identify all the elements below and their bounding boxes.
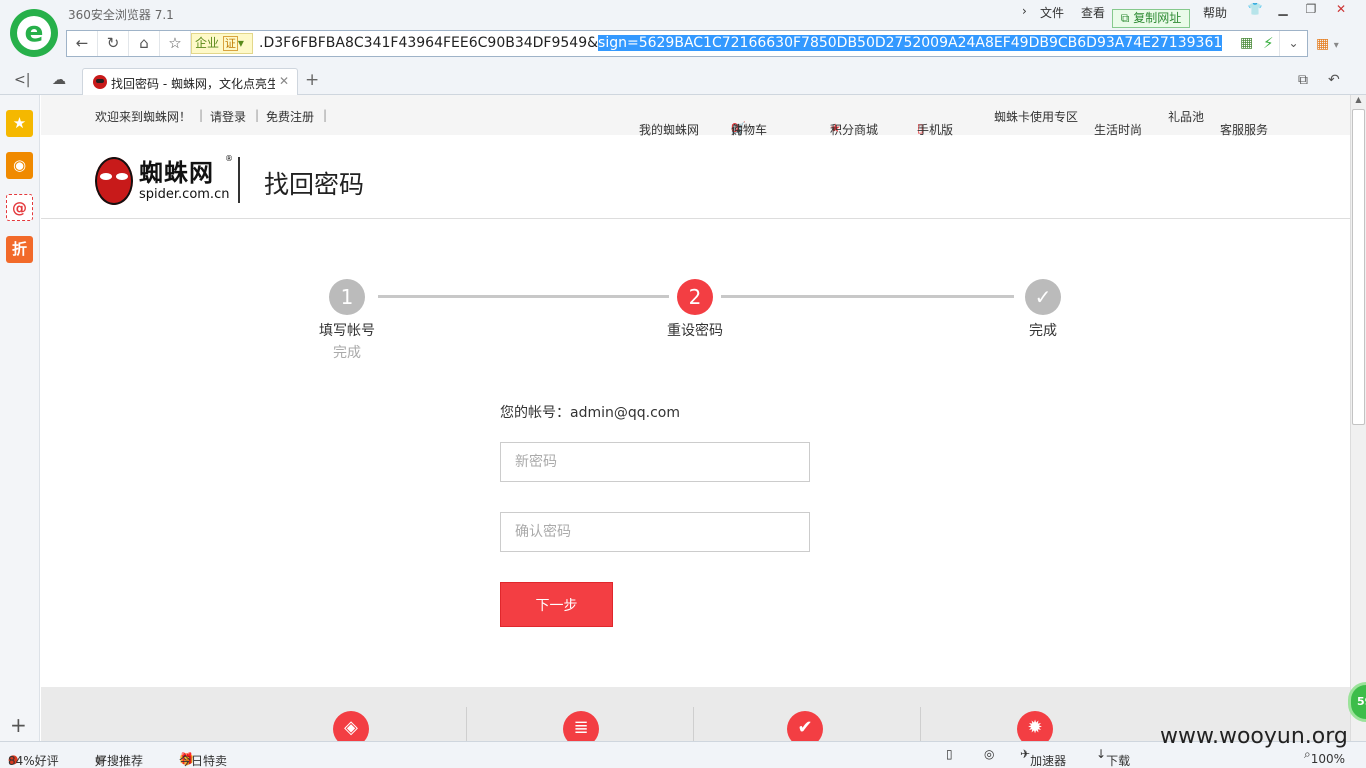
header-divider [238,157,240,203]
spiderman-logo-icon[interactable] [95,157,133,205]
tab-active[interactable]: 找回密码 - 蜘蛛网，文化点亮生活 ✕ [82,68,298,95]
app-title: 360安全浏览器 7.1 [68,8,174,22]
minimize-button[interactable]: ▁ [1268,0,1298,20]
new-password-input[interactable] [500,442,810,482]
zoom-level[interactable]: ⌕ 100% [1304,747,1345,766]
step-connector [721,295,1014,298]
brand-name[interactable]: 蜘蛛网 [139,153,214,188]
url-selected-text[interactable]: sign=5629BAC1C72166630F7850DB50D2752009A… [598,35,1223,51]
download-link[interactable]: ↓ 下载 [1096,747,1130,768]
login-link[interactable]: 请登录 [210,108,246,125]
separator: | [323,108,328,122]
register-link[interactable]: 免费注册 [266,108,314,125]
step-3-label: 完成 [1029,323,1057,339]
step-2-label: 重设密码 [667,323,723,339]
url-text[interactable]: .D3F6FBFBA8C341F43964FEE6C90B34DF9549&si… [259,31,1223,56]
mail-icon[interactable]: @ [6,194,33,221]
copy-url-button[interactable]: ⧉ 复制网址 [1112,9,1190,28]
menu-help[interactable]: 帮助 [1203,4,1227,21]
lightning-icon[interactable]: ⚡ [1263,34,1274,52]
gear-badge-icon: ✹ [1017,711,1053,741]
menu-view[interactable]: 查看 [1081,4,1105,21]
web-page: 欢迎来到蜘蛛网！ | 请登录 | 免费注册 | 我的蜘蛛网 ⌄ 🛒 购物车 0 件 … [41,95,1350,741]
page-scrollbar[interactable]: ▲ [1350,95,1366,741]
undo-close-icon[interactable]: ↶ [1328,72,1340,88]
address-bar[interactable]: ← ↻ ⌂ ☆ 企业 证 ▾ .D3F6FBFBA8C341F43964FEE6C… [66,30,1308,57]
refresh-icon[interactable]: ↻ [98,31,129,56]
share-icon[interactable]: ◎ [984,747,994,761]
accelerator-link[interactable]: ✈ 加速器 [1020,747,1066,768]
tag-icon: ◈ [333,711,369,741]
home-icon[interactable]: ⌂ [129,31,160,56]
skin-icon[interactable]: 👕 [1240,0,1270,20]
step-1-circle: 1 [329,279,365,315]
card-zone-link[interactable]: 蜘蛛卡使用专区 [994,108,1078,125]
star-icon[interactable]: ☆ [160,31,191,56]
site-header: 蜘蛛网 ® spider.com.cn 找回密码 [41,135,1350,219]
gift-pool-link[interactable]: 礼品池 [1168,108,1204,125]
apps-grid-icon[interactable]: ▦ ▾ [1316,36,1339,52]
menu-file[interactable]: 文件 [1040,4,1064,21]
discount-icon[interactable]: 折 [6,236,33,263]
site-topbar: 欢迎来到蜘蛛网！ | 请登录 | 免费注册 | 我的蜘蛛网 ⌄ 🛒 购物车 0 件 … [41,95,1350,137]
step-3-checkmark-icon: ✓ [1025,279,1061,315]
scroll-up-icon[interactable]: ▲ [1351,95,1366,107]
step-1-status: 完成 [333,345,361,361]
address-dropdown-icon[interactable]: ⌄ [1279,31,1307,56]
check-icon: ✔ [787,711,823,741]
enterprise-cert-badge[interactable]: 企业 证 ▾ [191,33,253,54]
new-tab-button[interactable]: + [305,70,319,90]
maximize-button[interactable]: ❐ [1296,0,1326,20]
browser-logo-icon: e [10,9,58,57]
cloud-icon[interactable]: ☁ [52,72,66,88]
confirm-password-input[interactable] [500,512,810,552]
registered-mark: ® [225,154,233,163]
sidebar-toggle-icon[interactable]: <| [14,72,30,88]
close-tab-icon[interactable]: ✕ [279,74,289,88]
watermark: www.wooyun.org [1160,724,1348,749]
weibo-icon[interactable]: ◉ [6,152,33,179]
menu-chevron-icon[interactable]: › [1022,4,1027,18]
qrcode-icon[interactable]: ▦ [1240,35,1253,51]
separator: | [199,108,204,122]
next-step-button[interactable]: 下一步 [500,582,613,627]
welcome-text: 欢迎来到蜘蛛网！ [95,110,192,124]
back-icon[interactable]: ← [67,31,98,56]
step-1-label: 填写帐号 [319,323,375,339]
tab-bar: <| ☁ 找回密码 - 蜘蛛网，文化点亮生活 ✕ + ⧉ ↶ [0,66,1366,95]
tab-list-icon[interactable]: ⧉ [1298,72,1308,88]
page-title: 找回密码 [264,170,365,199]
browser-chrome: e 360安全浏览器 7.1 › 文件 查看 帮助 ⧉ 复制网址 👕 ▁ ❐ ✕… [0,0,1366,95]
account-label: 您的帐号：admin@qq.com [500,405,680,421]
favorites-star-icon[interactable]: ★ [6,110,33,137]
sidebar-add-icon[interactable]: + [10,713,27,737]
brand-domain: spider.com.cn [139,187,230,202]
step-2-circle: 2 [677,279,713,315]
step-connector [378,295,669,298]
tab-title: 找回密码 - 蜘蛛网，文化点亮生活 [111,77,275,91]
mobile-sync-icon[interactable]: ▯ [946,747,953,761]
close-window-button[interactable]: ✕ [1326,0,1356,20]
browser-sidebar: ★ ◉ @ 折 + [0,95,40,741]
separator: | [255,108,260,122]
document-icon: ≣ [563,711,599,741]
scrollbar-thumb[interactable] [1352,109,1365,425]
spider-favicon-icon [93,75,107,89]
footer-features: ◈ ≣ ✔ ✹ [41,687,1350,741]
